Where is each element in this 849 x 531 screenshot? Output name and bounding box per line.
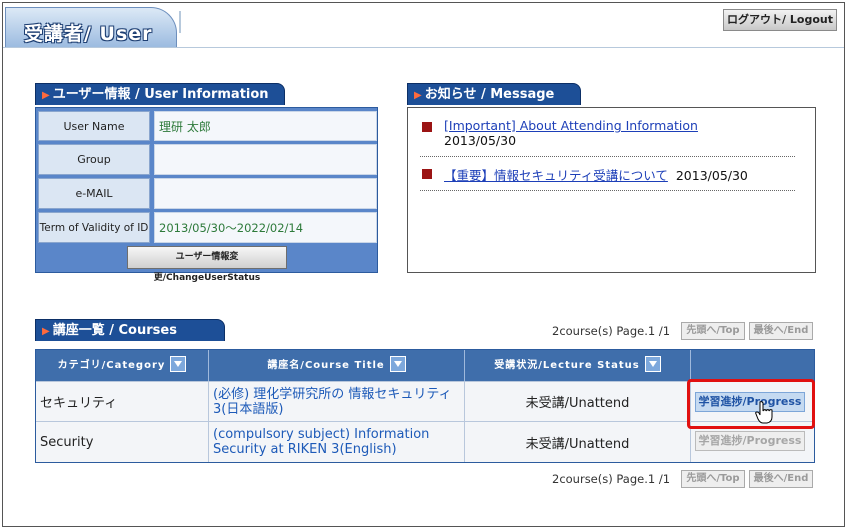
message-divider <box>420 156 795 157</box>
page-title: 受講者/ User <box>24 23 153 45</box>
course-title-header-label: 講座名/Course Title <box>267 360 385 371</box>
message-link[interactable]: [Important] About Attending Information <box>444 118 698 133</box>
category-cell: セキュリティ <box>36 381 209 421</box>
category-cell: Security <box>36 421 209 462</box>
user-info-tab: ▶ ユーザー情報 / User Information <box>35 83 285 105</box>
last-page-button-bottom[interactable]: 最後へ/End <box>749 470 813 488</box>
dropdown-icon[interactable] <box>644 356 661 372</box>
user-name-label: User Name <box>38 111 150 141</box>
message-tab: ▶ お知らせ / Message <box>407 83 581 105</box>
message-date: 2013/05/30 <box>444 133 517 148</box>
category-header-label: カテゴリ/Category <box>57 360 166 371</box>
email-value <box>154 178 377 209</box>
course-title-link[interactable]: (必修) 理化学研究所の 情報セキュリティ 3(日本語版) <box>209 381 465 421</box>
first-page-button[interactable]: 先頭へ/Top <box>681 322 745 340</box>
course-title-header[interactable]: 講座名/Course Title <box>209 350 465 381</box>
validity-row: Term of Validity of ID 2013/05/30～2022/0… <box>38 212 377 243</box>
pager-text: 2course(s) Page.1 /1 <box>552 324 671 338</box>
validity-label: Term of Validity of ID <box>38 212 150 243</box>
arrow-icon: ▶ <box>42 90 50 101</box>
message-date: 2013/05/30 <box>675 168 748 183</box>
first-page-button-bottom[interactable]: 先頭へ/Top <box>681 470 745 488</box>
email-row: e-MAIL <box>38 178 377 209</box>
highlight-ring <box>687 379 815 429</box>
group-value <box>154 144 377 175</box>
message-bullet-icon <box>422 169 432 179</box>
lecture-status-header[interactable]: 受講状況/Lecture Status <box>465 350 691 381</box>
status-cell: 未受講/Unattend <box>465 421 691 462</box>
courses-tab-label: 講座一覧 / Courses <box>52 323 177 338</box>
user-info-tab-label: ユーザー情報 / User Information <box>52 87 269 102</box>
lecture-status-header-label: 受講状況/Lecture Status <box>494 360 640 371</box>
arrow-icon: ▶ <box>414 90 422 101</box>
dropdown-icon[interactable] <box>389 356 406 372</box>
message-item: [Important] About Attending Information … <box>444 118 795 148</box>
action-header <box>691 350 814 381</box>
group-row: Group <box>38 144 377 175</box>
main-window: 受講者/ User ログアウト/ Logout ▶ ユーザー情報 / User I… <box>2 2 845 527</box>
message-item: 【重要】情報セキュリティ受講について 2013/05/30 <box>444 165 795 184</box>
change-user-status-button[interactable]: ユーザー情報変更/ChangeUserStatus <box>127 246 287 283</box>
dropdown-icon[interactable] <box>170 356 187 372</box>
user-name-row: User Name 理研 太郎 <box>38 111 377 141</box>
page-header: 受講者/ User ログアウト/ Logout <box>3 3 844 48</box>
arrow-icon: ▶ <box>42 326 50 337</box>
pager-text-bottom: 2course(s) Page.1 /1 <box>552 472 671 486</box>
progress-button-disabled[interactable]: 学習進捗/Progress <box>695 431 805 451</box>
course-title-link[interactable]: (compulsory subject) Information Securit… <box>209 421 465 462</box>
hand-cursor-icon <box>755 401 773 424</box>
message-bullet-icon <box>422 122 432 132</box>
message-panel: [Important] About Attending Information … <box>407 107 816 273</box>
header-tab: 受講者/ User <box>5 7 177 47</box>
message-divider <box>420 190 795 191</box>
status-cell: 未受講/Unattend <box>465 381 691 421</box>
message-tab-label: お知らせ / Message <box>424 87 555 102</box>
message-link[interactable]: 【重要】情報セキュリティ受講について <box>444 168 668 183</box>
group-label: Group <box>38 144 150 175</box>
email-label: e-MAIL <box>38 178 150 209</box>
validity-value: 2013/05/30～2022/02/14 <box>154 212 377 243</box>
category-header[interactable]: カテゴリ/Category <box>36 350 209 381</box>
header-divider <box>179 11 181 33</box>
user-name-value: 理研 太郎 <box>154 111 377 141</box>
logout-button[interactable]: ログアウト/ Logout <box>723 9 837 31</box>
courses-tab: ▶ 講座一覧 / Courses <box>35 319 225 341</box>
user-info-panel: User Name 理研 太郎 Group e-MAIL Term of Val… <box>35 107 378 283</box>
last-page-button[interactable]: 最後へ/End <box>749 322 813 340</box>
